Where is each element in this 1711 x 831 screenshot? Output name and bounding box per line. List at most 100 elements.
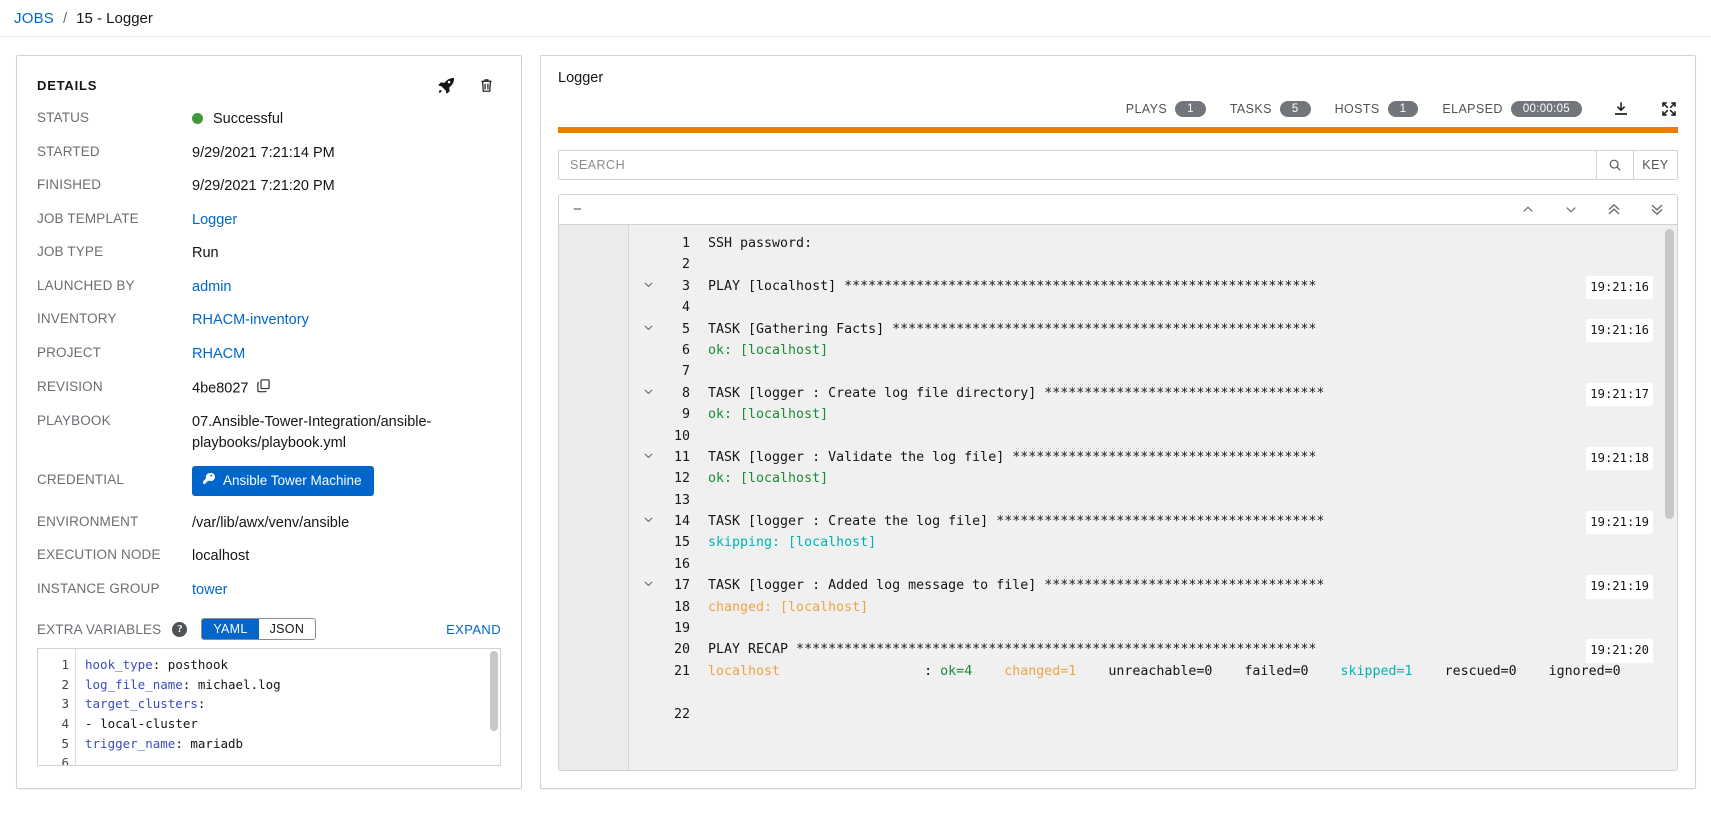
console-line: 1 SSH password: [629,233,1677,254]
status-badge: Successful [192,109,283,130]
page-content: DETAILS STATUS Successful STARTED 9/29/2… [0,37,1711,831]
console-line-text: changed: [localhost] [629,597,1677,618]
console-segment: rescued=0 ignored=0 [1412,663,1621,679]
stat-label: PLAYS [1125,102,1168,116]
delete-icon[interactable] [478,76,495,95]
copy-icon[interactable] [256,378,271,400]
extra-variables-editor[interactable]: 1 2 3 4 5 6 hook_type: posthook log_file… [37,648,501,767]
detail-value: localhost [192,548,250,565]
expand-icon[interactable] [1660,100,1678,118]
console-line-number: 11 [673,449,690,465]
console-line-text: PLAY RECAP *****************************… [629,639,1677,660]
detail-label: CREDENTIAL [37,472,125,488]
console-line: 3 PLAY [localhost] **********************… [629,275,1677,300]
console-line: 5 TASK [Gathering Facts] ****************… [629,318,1677,342]
console-segment: TASK [logger : Added log message to file… [708,578,1325,594]
console-line-number: 21 [673,663,690,679]
yaml-sep: : [182,676,198,692]
details-header: DETAILS [37,76,501,95]
detail-label: PROJECT [37,345,102,361]
gutter-line: 4 [61,716,69,732]
console-line-number: 5 [681,321,690,337]
detail-label: STATUS [37,110,90,125]
console-segment: ok=4 [940,663,973,679]
console-line-text: TASK [Gathering Facts] *****************… [629,319,1677,340]
format-toggle-json[interactable]: JSON [258,619,316,640]
console-line-number: 12 [673,471,690,487]
search-icon[interactable] [1596,150,1633,180]
console-segment: localhost [708,663,781,679]
console-scrollbar[interactable] [1665,229,1674,519]
search-input[interactable]: SEARCH [558,150,1596,180]
console-line: 10 [629,426,1677,447]
console-line-text: SSH password: [629,233,1677,254]
key-button[interactable]: KEY [1633,150,1678,180]
detail-row-started: STARTED 9/29/2021 7:21:14 PM [37,143,501,164]
scroll-previous-icon[interactable] [1520,203,1536,216]
yaml-value: local-cluster [100,716,198,732]
console-line-text: TASK [logger : Added log message to file… [629,575,1677,596]
console-line-number: 16 [673,556,690,572]
editor-scrollbar[interactable] [490,651,498,732]
console-line-timestamp: 19:21:17 [1586,382,1653,407]
console-segment: TASK [logger : Create the log file] ****… [708,514,1325,530]
credential-label: Ansible Tower Machine [223,473,362,489]
console-line-text: ok: [localhost] [629,340,1677,361]
console-line-number: 15 [673,535,690,551]
detail-value: Run [192,245,219,262]
console-line-timestamp: 19:21:20 [1586,639,1653,663]
scroll-next-icon[interactable] [1563,203,1579,216]
console-line-text: localhost : ok=4 changed=1 unreachable=0… [629,661,1677,682]
help-icon[interactable]: ? [172,621,188,637]
detail-row-job-type: JOB TYPE Run [37,243,501,264]
download-icon[interactable] [1612,100,1630,118]
console-segment: PLAY RECAP *****************************… [708,642,1317,658]
gutter-line: 6 [61,755,69,767]
format-toggle-yaml[interactable]: YAML [202,619,259,640]
console-line: 9 ok: [localhost] [629,404,1677,425]
console-body[interactable]: 1 SSH password: 2 3 PLAY [localhost] *******… [559,225,1677,770]
job-progress-bar [558,127,1678,133]
detail-label: EXECUTION NODE [37,547,161,563]
console-line-text: PLAY [localhost] ***********************… [629,276,1677,297]
console-line: 6 ok: [localhost] [629,340,1677,361]
scroll-last-icon[interactable] [1649,202,1665,217]
console-line: 19 [629,618,1677,639]
expand-link[interactable]: EXPAND [446,622,501,637]
yaml-key: trigger_name [85,735,176,751]
breadcrumb-jobs-link[interactable]: JOBS [14,10,54,27]
launched-by-link[interactable]: admin [192,279,232,295]
detail-label: INVENTORY [37,311,117,327]
inventory-link[interactable]: RHACM-inventory [192,312,309,328]
detail-label: PLAYBOOK [37,413,111,429]
console-segment: SSH password: [708,236,813,251]
console-line: 18 changed: [localhost] [629,597,1677,618]
code-line: hook_type: posthook [85,655,500,675]
scroll-first-icon[interactable] [1606,202,1622,217]
yaml-value: posthook [167,657,229,673]
console-line-text: TASK [logger : Create log file directory… [629,383,1677,404]
console-line: 15 skipping: [localhost] [629,532,1677,553]
gutter-line: 5 [61,735,69,751]
code-line: trigger_name: mariadb [85,734,500,754]
project-link[interactable]: RHACM [192,346,245,362]
yaml-sep: : [152,657,168,673]
console-line: 21 localhost : ok=4 changed=1 unreachable… [629,661,1677,704]
stat-tasks: TASKS 5 [1230,101,1311,117]
console-line-number: 2 [681,257,690,273]
job-output-page: JOBS / 15 - Logger DETAILS STATUS Succes… [0,0,1711,831]
console-lines: 1 SSH password: 2 3 PLAY [localhost] *******… [629,225,1677,770]
detail-row-job-template: JOB TEMPLATE Logger [37,210,501,231]
collapse-all-button[interactable]: − [573,202,582,217]
console-line-text: ok: [localhost] [629,404,1677,425]
console-line-timestamp: 19:21:18 [1586,446,1653,471]
credential-chip[interactable]: Ansible Tower Machine [192,466,374,496]
details-actions [437,76,501,95]
yaml-sep: : [175,735,191,751]
relaunch-icon[interactable] [437,76,456,95]
instance-group-link[interactable]: tower [192,582,227,598]
job-template-link[interactable]: Logger [192,212,237,228]
extra-variables-label: EXTRA VARIABLES [37,621,162,637]
console-segment: unreachable=0 failed=0 [1076,663,1341,679]
code-line: log_file_name: michael.log [85,675,500,695]
